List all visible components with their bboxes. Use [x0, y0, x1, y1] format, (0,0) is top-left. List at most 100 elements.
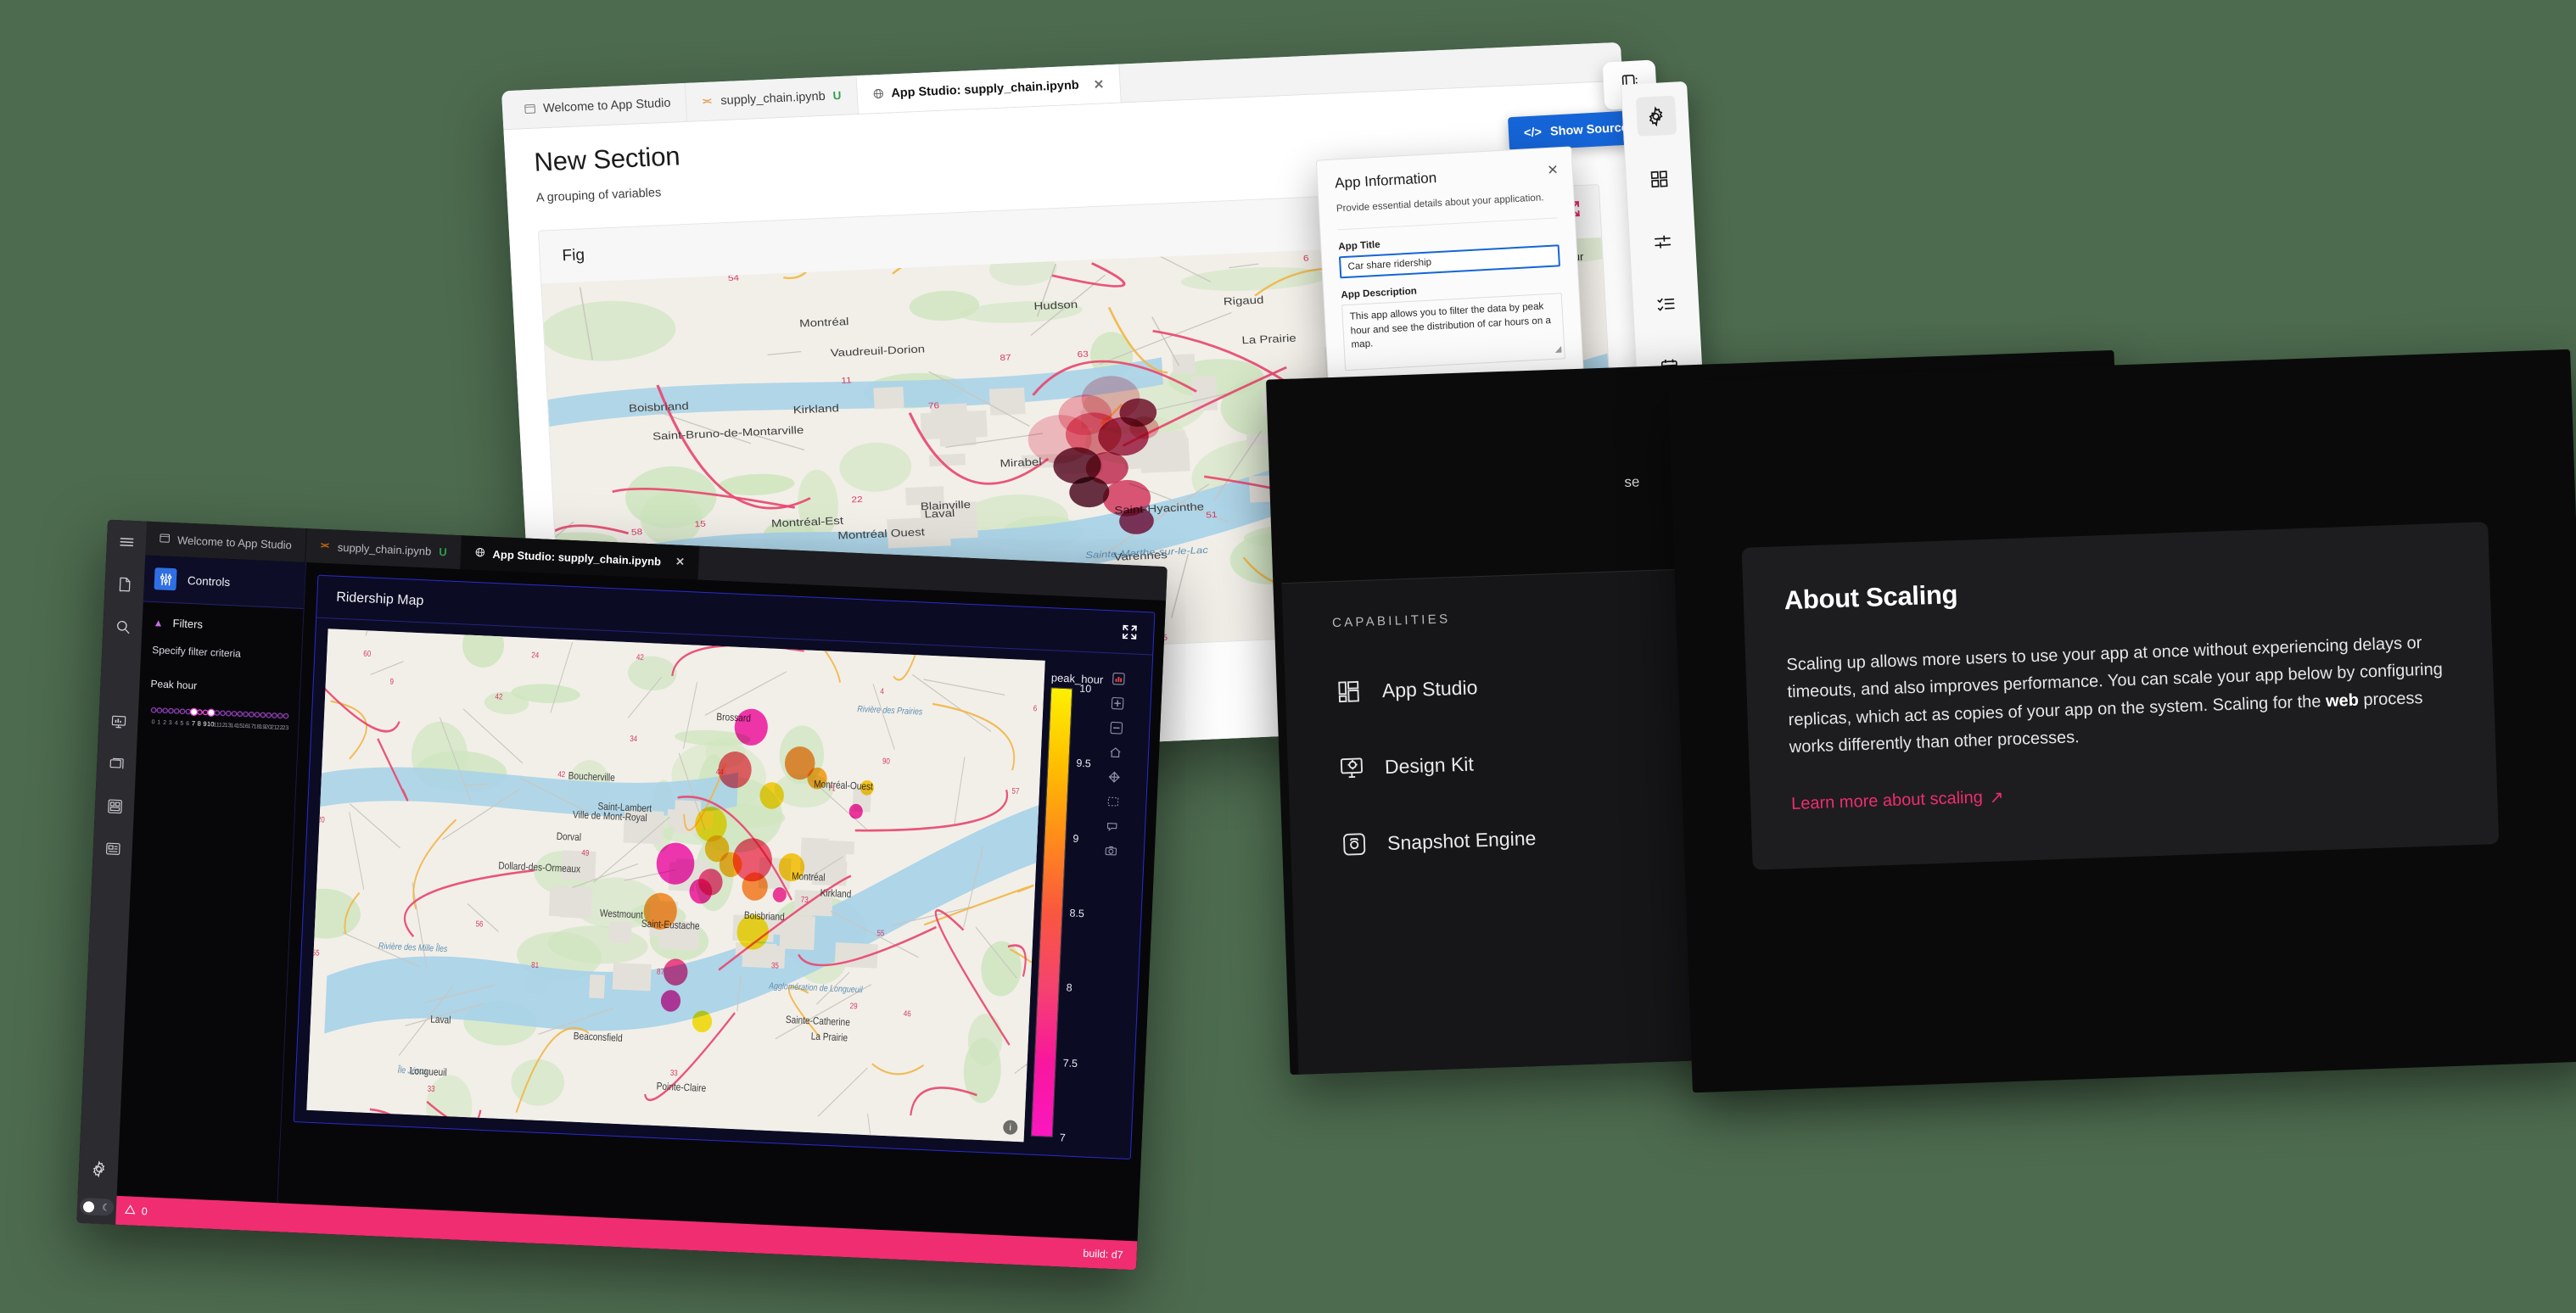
ridership-map-card: Ridership Map Boisbriand Île Jésus Boucher… — [293, 574, 1156, 1159]
dark-map-colorbar-area: peak_hour 10 9.5 9 8.5 8 7.5 7 — [1029, 661, 1144, 1146]
peak-hour-slider[interactable]: 0 1 2 3 4 5 6 7 8 9 10 11 12 13 14 15 16 17 18 19 20 21 22 23 — [137, 689, 300, 744]
warning-icon[interactable] — [124, 1204, 136, 1218]
colorbar-tick: 10 — [1079, 682, 1092, 696]
body-bold-web: web — [2325, 690, 2360, 711]
colorbar-tick: 9 — [1072, 832, 1079, 845]
gear-icon[interactable] — [85, 1155, 111, 1182]
svg-text:15: 15 — [694, 520, 706, 529]
svg-text:35: 35 — [771, 961, 779, 970]
home-icon[interactable] — [1107, 744, 1123, 760]
tab-supply-chain-ipynb[interactable]: supply_chain.ipynb U — [686, 75, 859, 121]
svg-text:4: 4 — [880, 686, 884, 696]
ridership-map-plot[interactable]: BoisbriandÎle JésusBouchervilleLavalSain… — [306, 629, 1045, 1143]
globe-icon — [474, 546, 485, 560]
svg-text:20: 20 — [317, 814, 325, 824]
svg-text:Kirkland: Kirkland — [792, 402, 839, 416]
svg-text:33: 33 — [670, 1068, 678, 1077]
svg-text:Pointe-Claire: Pointe-Claire — [656, 1081, 706, 1095]
colorbar-tick: 7 — [1059, 1131, 1067, 1144]
svg-text:La Prairie: La Prairie — [810, 1031, 848, 1044]
colorbar-tick: 9.5 — [1076, 757, 1092, 770]
expand-icon[interactable] — [1121, 623, 1139, 645]
svg-text:Kirkland: Kirkland — [820, 888, 851, 901]
dark-window-main: Ridership Map Boisbriand Île Jésus Boucher… — [277, 562, 1167, 1242]
svg-text:54: 54 — [728, 273, 740, 282]
svg-text:87: 87 — [1000, 353, 1011, 362]
about-scaling-body: Scaling up allows more users to use your… — [1786, 629, 2455, 762]
zoom-out-icon[interactable] — [1108, 719, 1124, 735]
svg-text:6: 6 — [1303, 254, 1309, 263]
svg-text:6: 6 — [1033, 704, 1037, 713]
about-scaling-card: About Scaling Scaling up allows more use… — [1741, 522, 2500, 870]
svg-text:60: 60 — [363, 649, 371, 658]
jupyter-icon — [320, 539, 331, 553]
colorbar-tick: 8.5 — [1069, 907, 1085, 920]
layers-icon[interactable] — [104, 751, 130, 777]
learn-more-about-scaling-link[interactable]: Learn more about scaling ↗ — [1791, 786, 2004, 815]
card-icon[interactable] — [99, 835, 126, 862]
controls-sidebar: Controls ▲ Filters Specify filter criter… — [116, 555, 307, 1204]
svg-text:51: 51 — [1206, 511, 1218, 520]
window-icon — [160, 533, 171, 546]
svg-text:Laval: Laval — [430, 1014, 451, 1026]
svg-text:81: 81 — [531, 960, 539, 969]
resize-grip-icon[interactable]: ◢ — [1554, 344, 1561, 357]
grid-icon[interactable] — [1638, 158, 1679, 198]
menu-icon[interactable] — [113, 528, 139, 555]
svg-text:90: 90 — [882, 757, 890, 766]
globe-icon — [872, 88, 884, 100]
design-kit-icon — [1336, 753, 1366, 783]
build-label: build: d7 — [1083, 1247, 1124, 1261]
svg-text:56: 56 — [475, 919, 483, 929]
checklist-icon[interactable] — [1645, 283, 1686, 324]
close-icon[interactable]: ✕ — [1547, 161, 1559, 179]
app-information-title: App Information — [1334, 170, 1437, 192]
colorbar-tick: 7.5 — [1062, 1056, 1078, 1070]
colorbar-dark: peak_hour 10 9.5 9 8.5 8 7.5 7 — [1030, 671, 1104, 1144]
camera-icon[interactable] — [1103, 842, 1119, 858]
svg-text:Hudson: Hudson — [1033, 299, 1078, 312]
controls-header[interactable]: Controls — [143, 555, 306, 609]
svg-text:49: 49 — [581, 848, 589, 858]
svg-text:Longueuil: Longueuil — [410, 1066, 447, 1079]
file-icon[interactable] — [111, 571, 137, 597]
grid-icon[interactable] — [101, 793, 127, 819]
gear-icon[interactable] — [1635, 95, 1677, 137]
svg-text:Montréal: Montréal — [799, 316, 849, 329]
select-box-icon[interactable] — [1105, 793, 1121, 809]
app-information-description: Provide essential details about your app… — [1336, 192, 1544, 215]
zoom-in-icon[interactable] — [1109, 695, 1125, 711]
close-icon[interactable]: ✕ — [675, 555, 686, 568]
svg-text:87: 87 — [657, 967, 664, 976]
svg-text:63: 63 — [1077, 349, 1089, 359]
svg-text:58: 58 — [631, 528, 643, 537]
svg-text:22: 22 — [851, 495, 863, 505]
svg-text:42: 42 — [636, 652, 644, 662]
warning-count: 0 — [141, 1205, 148, 1218]
svg-text:4: 4 — [174, 720, 177, 726]
capability-label: Snapshot Engine — [1386, 826, 1537, 854]
toggle-knob — [82, 1200, 95, 1213]
tab-welcome-to-app-studio[interactable]: Welcome to App Studio — [507, 82, 688, 129]
search-icon[interactable] — [109, 613, 136, 640]
svg-text:11: 11 — [841, 376, 852, 385]
svg-text:Mirabel: Mirabel — [1000, 456, 1042, 470]
app-description-textarea[interactable]: This app allows you to filter the data b… — [1341, 293, 1565, 371]
pan-icon[interactable] — [1106, 768, 1122, 785]
close-icon[interactable]: ✕ — [1093, 76, 1104, 92]
sliders-icon[interactable] — [1642, 221, 1683, 261]
plotly-logo-icon[interactable] — [1111, 670, 1127, 686]
theme-toggle[interactable]: ☾ — [79, 1197, 115, 1216]
tab-label: Welcome to App Studio — [176, 533, 293, 551]
tab-modified-indicator: U — [438, 545, 448, 558]
svg-text:57: 57 — [1011, 786, 1019, 796]
monitor-chart-icon[interactable] — [105, 708, 132, 735]
window-icon — [524, 103, 536, 115]
plotly-modebar — [1103, 670, 1127, 858]
svg-text:9: 9 — [389, 677, 394, 686]
svg-text:76: 76 — [928, 401, 940, 411]
controls-label: Controls — [187, 573, 231, 589]
svg-text:8: 8 — [197, 720, 201, 728]
svg-text:Rigaud: Rigaud — [1224, 294, 1264, 308]
comment-icon[interactable] — [1104, 818, 1120, 834]
